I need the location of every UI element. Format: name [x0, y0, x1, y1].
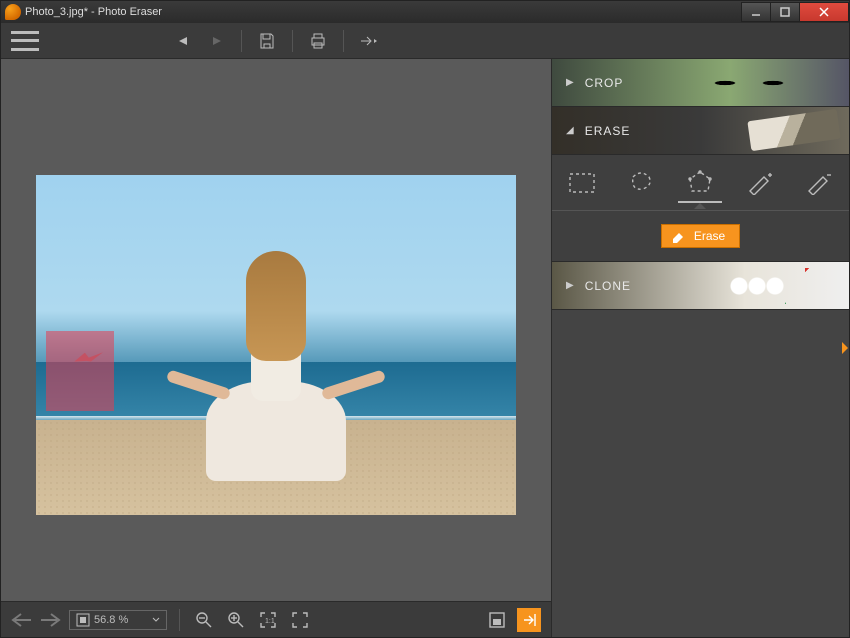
erase-button-label: Erase	[694, 229, 725, 243]
brush-add-tool[interactable]	[738, 163, 782, 203]
photo-person	[186, 251, 366, 481]
redo-button[interactable]	[203, 28, 229, 54]
clone-panel-label: CLONE	[585, 279, 631, 293]
maximize-button[interactable]	[770, 2, 800, 22]
erase-panel-header[interactable]: ◢ ERASE	[552, 107, 849, 155]
apply-button[interactable]	[517, 608, 541, 632]
app-icon	[5, 4, 21, 20]
close-button[interactable]	[799, 2, 849, 22]
app-window: Photo_3.jpg* - Photo Eraser	[0, 0, 850, 638]
undo-button[interactable]	[171, 28, 197, 54]
minimize-button[interactable]	[741, 2, 771, 22]
next-image-button[interactable]	[39, 612, 61, 628]
erase-panel-label: ERASE	[585, 124, 631, 138]
titlebar: Photo_3.jpg* - Photo Eraser	[1, 1, 849, 23]
chevron-right-icon: ▶	[566, 280, 575, 291]
fit-window-button[interactable]	[288, 608, 312, 632]
photo-canvas[interactable]	[36, 175, 516, 515]
crop-panel-label: CROP	[585, 76, 624, 90]
export-button[interactable]	[356, 28, 382, 54]
separator	[343, 30, 344, 52]
erase-panel-body: Erase	[552, 155, 849, 262]
actual-size-button[interactable]: 1:1	[256, 608, 280, 632]
print-button[interactable]	[305, 28, 331, 54]
zoom-input[interactable]	[94, 614, 148, 626]
zoom-field[interactable]	[69, 610, 167, 630]
separator	[292, 30, 293, 52]
rectangle-select-tool[interactable]	[560, 163, 604, 203]
svg-text:1:1: 1:1	[265, 618, 275, 625]
eraser-icon	[670, 229, 686, 243]
save-button[interactable]	[254, 28, 280, 54]
clone-panel-header[interactable]: ▶ CLONE	[552, 262, 849, 310]
erase-action-row: Erase	[552, 211, 849, 261]
chevron-right-icon: ▶	[566, 77, 575, 88]
status-bar: 1:1	[1, 601, 551, 637]
chevron-down-icon: ◢	[566, 125, 575, 136]
window-title: Photo_3.jpg* - Photo Eraser	[25, 6, 742, 18]
separator	[241, 30, 242, 52]
lasso-select-tool[interactable]	[619, 163, 663, 203]
main-area: 1:1 ▶ CROP ◢ ERASE	[1, 59, 849, 637]
top-toolbar	[1, 23, 849, 59]
fit-screen-icon	[76, 613, 90, 627]
panel-collapse-handle[interactable]	[840, 333, 850, 363]
canvas-viewport[interactable]	[1, 59, 551, 601]
erase-button[interactable]: Erase	[661, 224, 740, 248]
panel-filler	[552, 310, 849, 637]
compare-button[interactable]	[485, 608, 509, 632]
right-panel: ▶ CROP ◢ ERASE Erase	[551, 59, 849, 637]
erase-tool-row	[552, 155, 849, 211]
zoom-out-button[interactable]	[192, 608, 216, 632]
chevron-down-icon[interactable]	[152, 616, 160, 624]
brush-remove-tool[interactable]	[797, 163, 841, 203]
canvas-pane: 1:1	[1, 59, 551, 637]
polygon-select-tool[interactable]	[678, 163, 722, 203]
crop-panel-header[interactable]: ▶ CROP	[552, 59, 849, 107]
prev-image-button[interactable]	[11, 612, 33, 628]
zoom-in-button[interactable]	[224, 608, 248, 632]
separator	[179, 609, 180, 631]
erase-selection-mask[interactable]	[46, 331, 114, 411]
menu-button[interactable]	[11, 31, 39, 51]
